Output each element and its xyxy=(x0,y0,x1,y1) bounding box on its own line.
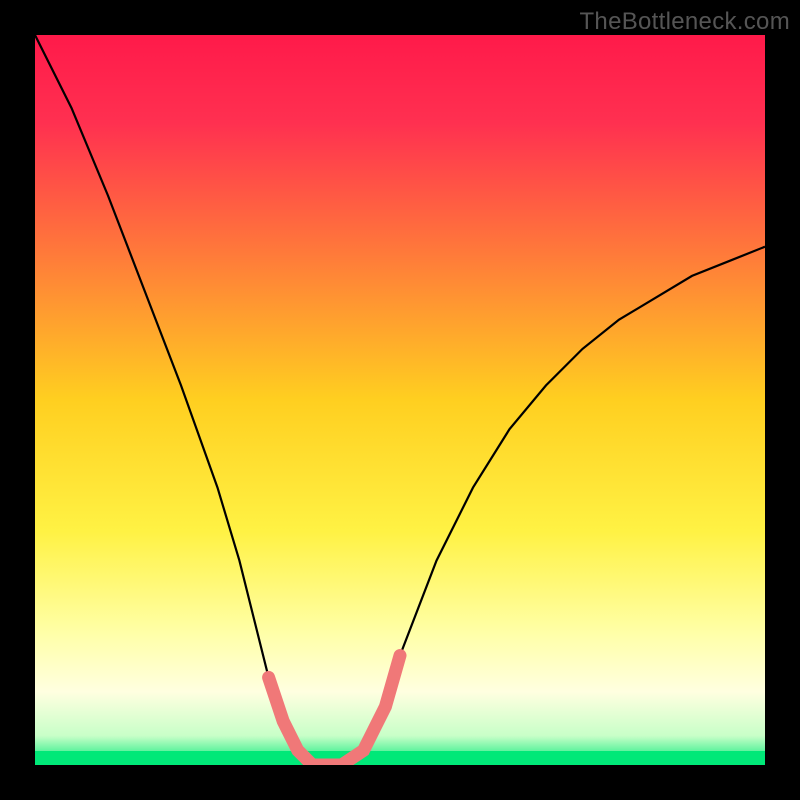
chart-plot-area xyxy=(35,35,765,765)
watermark-text: TheBottleneck.com xyxy=(579,8,790,36)
chart-background xyxy=(35,35,765,765)
